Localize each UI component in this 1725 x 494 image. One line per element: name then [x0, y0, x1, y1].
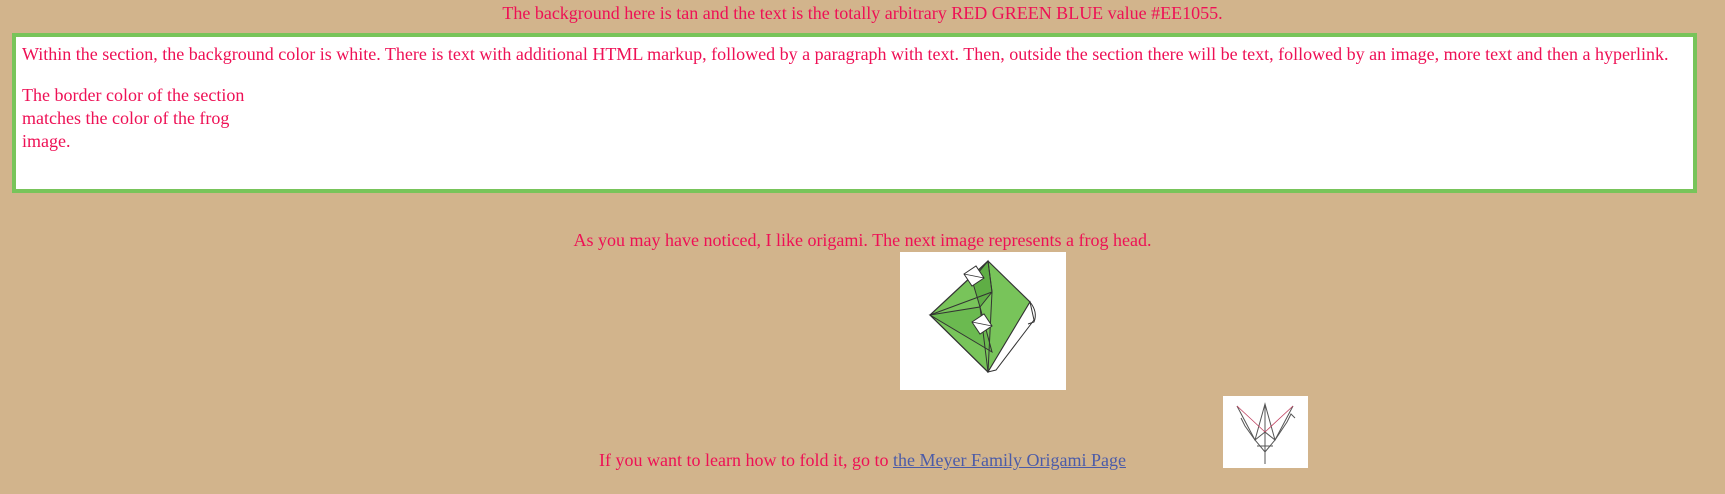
section-paragraph-2: The border color of the section matches …: [22, 85, 245, 151]
section-paragraph-1: Within the section, the background color…: [22, 44, 1669, 64]
crane-icon: [1236, 402, 1296, 464]
frog-head-icon: [928, 259, 1036, 373]
origami-intro-text: As you may have noticed, I like origami.…: [573, 230, 1152, 250]
bottom-text: If you want to learn how to fold it, go …: [0, 449, 1725, 472]
origami-page-link[interactable]: the Meyer Family Origami Page: [893, 450, 1126, 470]
white-section: Within the section, the background color…: [12, 33, 1697, 193]
top-text: The background here is tan and the text …: [502, 3, 1223, 23]
page: { "page": { "top_text": "The background …: [0, 0, 1725, 494]
bottom-text-prefix: If you want to learn how to fold it, go …: [599, 450, 893, 470]
frog-head-image: [900, 252, 1066, 390]
origami-crane-image[interactable]: [1223, 396, 1308, 468]
